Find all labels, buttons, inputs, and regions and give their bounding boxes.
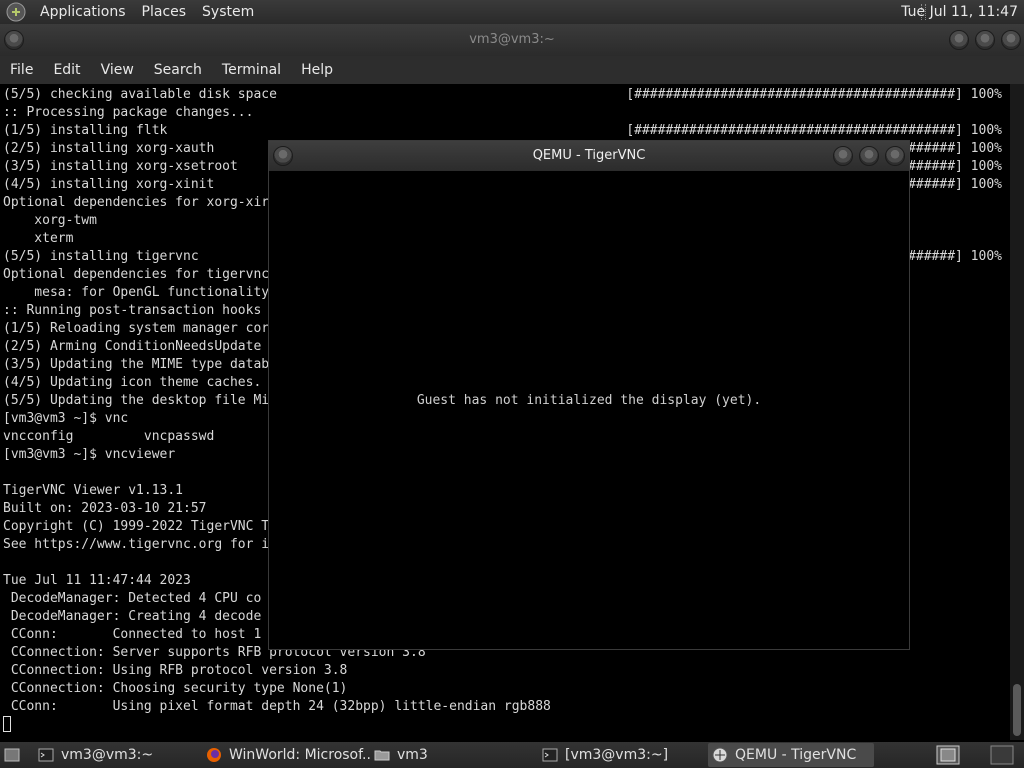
terminal-line: CConnection: Choosing security type None… bbox=[3, 681, 348, 696]
taskbar-item-label: QEMU - TigerVNC bbox=[735, 747, 857, 763]
terminal-line: (1/5) installing fltk bbox=[3, 123, 168, 138]
terminal-line: TigerVNC Viewer v1.13.1 bbox=[3, 483, 184, 498]
terminal-line: :: Running post-transaction hooks bbox=[3, 303, 262, 318]
applications-menu[interactable]: Applications bbox=[32, 0, 134, 24]
minimize-icon[interactable] bbox=[949, 30, 969, 50]
terminal-line: (5/5) Updating the desktop file Mi bbox=[3, 393, 270, 408]
taskbar-item-tigervnc[interactable]: QEMU - TigerVNC bbox=[708, 743, 874, 767]
qemu-titlebar[interactable]: QEMU - TigerVNC bbox=[269, 141, 909, 171]
maximize-icon[interactable] bbox=[975, 30, 995, 50]
menu-help[interactable]: Help bbox=[291, 62, 343, 78]
menu-edit[interactable]: Edit bbox=[43, 62, 90, 78]
terminal-line: (5/5) checking available disk space bbox=[3, 87, 277, 102]
terminal-line: CConnection: Using RFB protocol version … bbox=[3, 663, 348, 678]
progress-bar-text: [#######################################… bbox=[626, 87, 1002, 102]
terminal-line: :: Processing package changes... bbox=[3, 105, 254, 120]
window-menu-icon[interactable] bbox=[273, 146, 293, 166]
terminal-title: vm3@vm3:~ bbox=[469, 32, 555, 47]
menu-view[interactable]: View bbox=[91, 62, 144, 78]
workspace-2-icon[interactable] bbox=[990, 745, 1014, 765]
terminal-line: CConn: Using pixel format depth 24 (32bp… bbox=[3, 699, 551, 714]
taskbar-item-label: vm3 bbox=[397, 747, 428, 763]
terminal-line: See https://www.tigervnc.org for i bbox=[3, 537, 270, 552]
terminal-line: DecodeManager: Creating 4 decode bbox=[3, 609, 262, 624]
terminal-line: mesa: for OpenGL functionality bbox=[3, 285, 270, 300]
show-desktop-icon[interactable] bbox=[4, 747, 20, 763]
terminal-line: Optional dependencies for tigervnc bbox=[3, 267, 270, 282]
progress-bar-text: [#######################################… bbox=[626, 123, 1002, 138]
terminal-line: (4/5) installing xorg-xinit bbox=[3, 177, 215, 192]
taskbar-item-label: vm3@vm3:~ bbox=[61, 747, 154, 763]
terminal-line: xterm bbox=[3, 231, 74, 246]
terminal-line: (3/5) Updating the MIME type datab bbox=[3, 357, 270, 372]
window-menu-icon[interactable] bbox=[4, 30, 24, 50]
terminal-line: xorg-twm bbox=[3, 213, 97, 228]
terminal-line: [vm3@vm3 ~]$ vnc bbox=[3, 411, 129, 426]
taskbar-item-terminal-2[interactable]: [vm3@vm3:~] bbox=[542, 743, 702, 767]
terminal-icon bbox=[38, 748, 54, 762]
terminal-line: CConn: Connected to host 1 bbox=[3, 627, 262, 642]
taskbar-item-firefox[interactable]: WinWorld: Microsof... bbox=[206, 743, 370, 767]
workspace-switcher-icon[interactable] bbox=[936, 745, 960, 765]
terminal-icon bbox=[542, 748, 558, 762]
places-menu[interactable]: Places bbox=[134, 0, 195, 24]
terminal-line: DecodeManager: Detected 4 CPU co bbox=[3, 591, 262, 606]
terminal-menubar: File Edit View Search Terminal Help bbox=[0, 56, 1024, 84]
terminal-line: [vm3@vm3 ~]$ vncviewer bbox=[3, 447, 176, 462]
terminal-line: Tue Jul 11 11:47:44 2023 bbox=[3, 573, 191, 588]
tigervnc-icon bbox=[712, 747, 728, 763]
bottom-panel: vm3@vm3:~ WinWorld: Microsof... vm3 [vm3… bbox=[0, 742, 1024, 768]
folder-icon bbox=[374, 750, 390, 761]
terminal-titlebar[interactable]: vm3@vm3:~ bbox=[0, 24, 1024, 56]
qemu-title: QEMU - TigerVNC bbox=[532, 148, 646, 163]
terminal-line: vncconfig vncpasswd bbox=[3, 429, 215, 444]
taskbar-item-label: [vm3@vm3:~] bbox=[565, 747, 669, 763]
menu-file[interactable]: File bbox=[0, 62, 43, 78]
terminal-line: (4/5) Updating icon theme caches. bbox=[3, 375, 262, 390]
gnome-foot-icon[interactable] bbox=[6, 2, 26, 22]
terminal-line: Copyright (C) 1999-2022 TigerVNC T bbox=[3, 519, 270, 534]
menu-search[interactable]: Search bbox=[144, 62, 212, 78]
top-panel: Applications Places System Tue Jul 11, 1… bbox=[0, 0, 1024, 24]
terminal-line: (5/5) installing tigervnc bbox=[3, 249, 199, 264]
terminal-line: (1/5) Reloading system manager cor bbox=[3, 321, 270, 336]
terminal-scrollbar[interactable] bbox=[1010, 84, 1024, 740]
terminal-line: Built on: 2023-03-10 21:57 bbox=[3, 501, 207, 516]
terminal-line: Optional dependencies for xorg-xir bbox=[3, 195, 270, 210]
terminal-line: (2/5) Arming ConditionNeedsUpdate bbox=[3, 339, 262, 354]
close-icon[interactable] bbox=[1001, 30, 1021, 50]
terminal-cursor bbox=[3, 716, 11, 732]
maximize-icon[interactable] bbox=[859, 146, 879, 166]
taskbar-item-label: WinWorld: Microsof... bbox=[229, 747, 370, 763]
terminal-line: (2/5) installing xorg-xauth bbox=[3, 141, 215, 156]
system-menu[interactable]: System bbox=[194, 0, 262, 24]
menu-terminal[interactable]: Terminal bbox=[212, 62, 291, 78]
taskbar-item-folder[interactable]: vm3 bbox=[374, 743, 534, 767]
clock[interactable]: Tue Jul 11, 11:47 bbox=[901, 0, 1018, 24]
guest-display-message: Guest has not initialized the display (y… bbox=[416, 393, 762, 408]
close-icon[interactable] bbox=[885, 146, 905, 166]
firefox-icon bbox=[207, 748, 221, 762]
minimize-icon[interactable] bbox=[833, 146, 853, 166]
terminal-line: (3/5) installing xorg-xsetroot bbox=[3, 159, 238, 174]
taskbar-item-terminal[interactable]: vm3@vm3:~ bbox=[38, 743, 198, 767]
qemu-tigervnc-window[interactable]: QEMU - TigerVNC Guest has not initialize… bbox=[268, 140, 910, 650]
scrollbar-thumb[interactable] bbox=[1013, 684, 1021, 736]
